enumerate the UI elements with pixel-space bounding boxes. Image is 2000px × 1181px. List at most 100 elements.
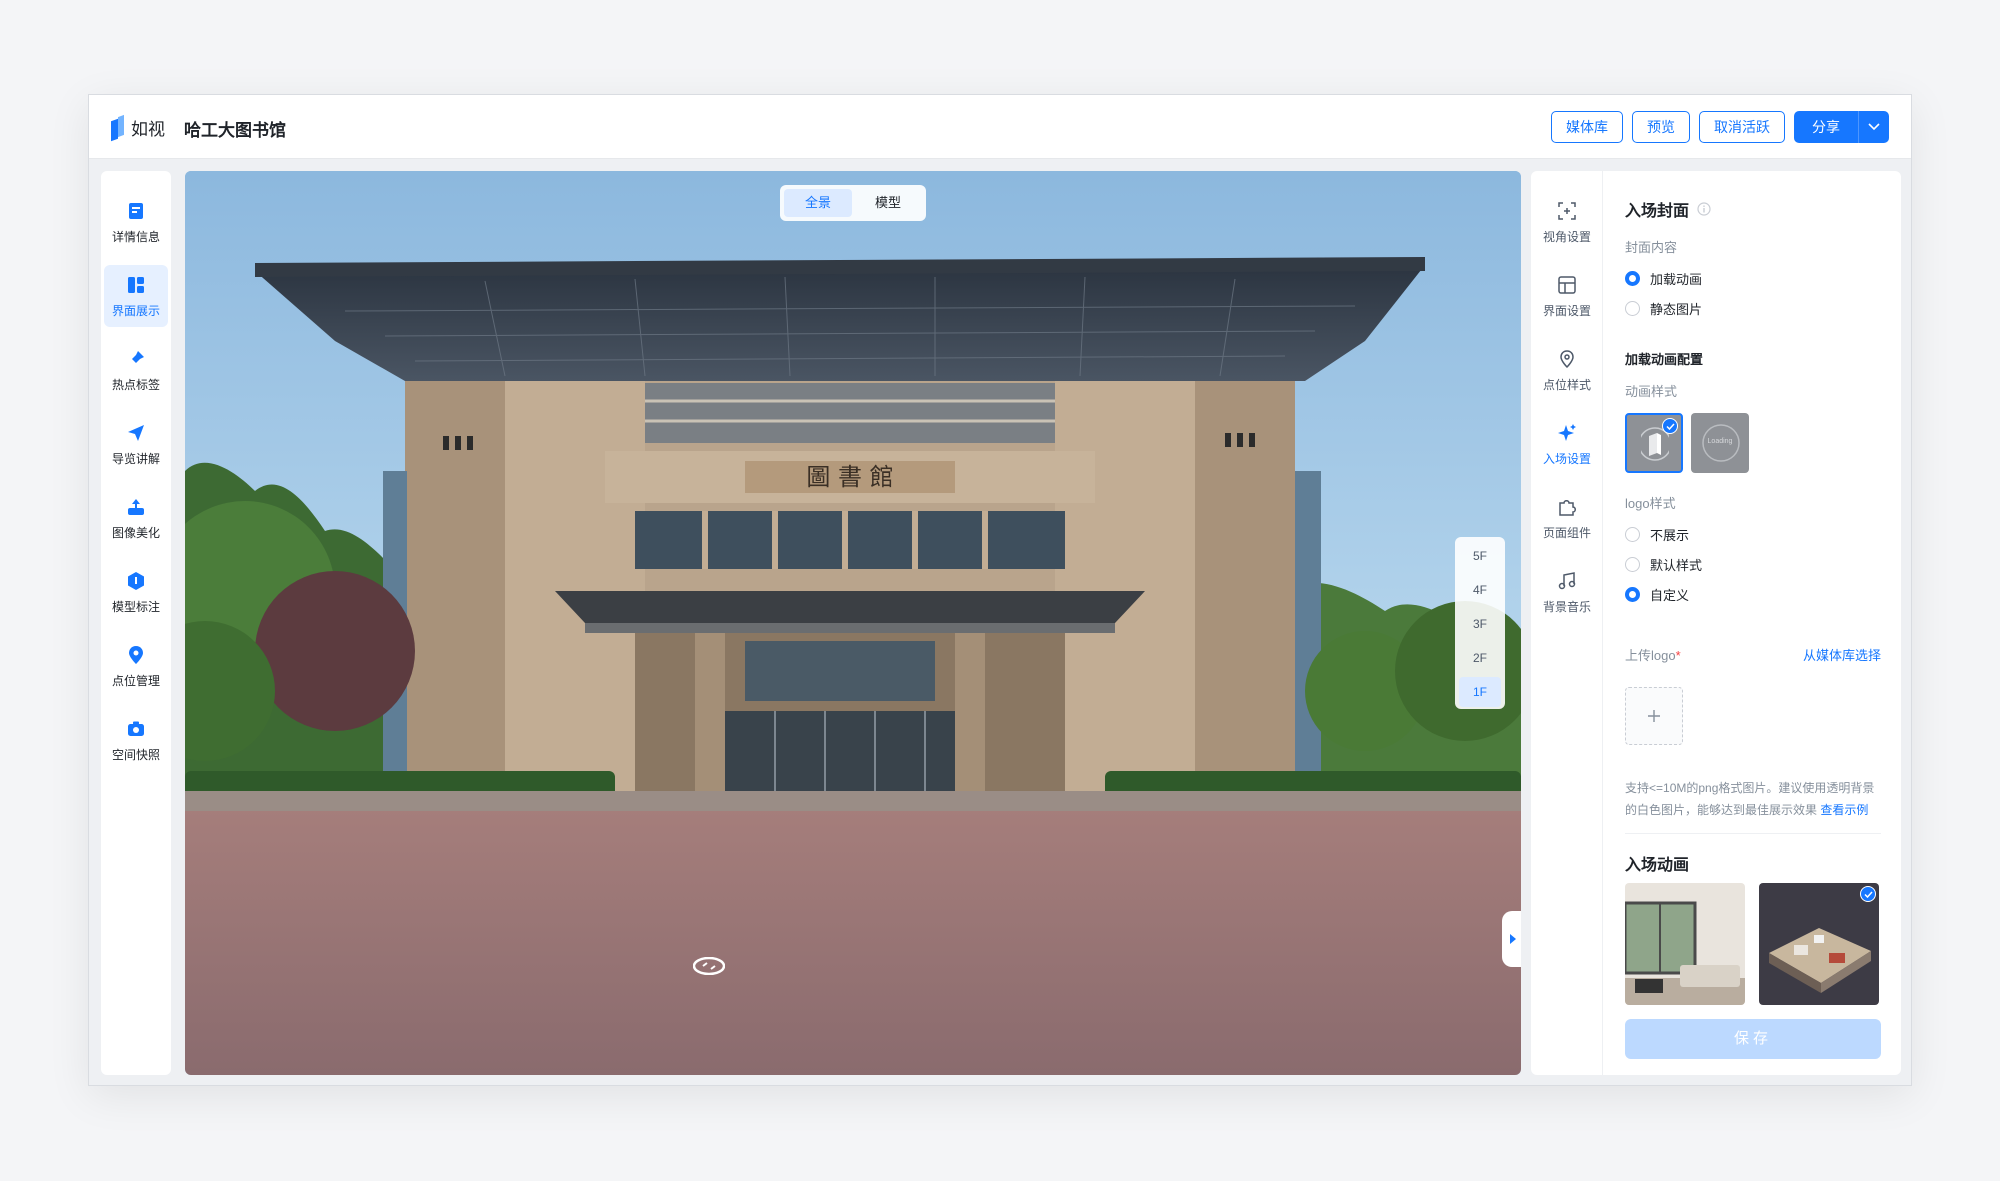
cube-icon [125,570,147,592]
sidebar-item-interface-display[interactable]: 界面展示 [104,265,168,327]
entry-animation-option-model[interactable] [1759,883,1879,1005]
app-window: 如视 哈工大图书馆 媒体库 预览 取消活跃 分享 详情信息 界面展示 热点标签 … [88,94,1912,1086]
left-sidebar: 详情信息 界面展示 热点标签 导览讲解 图像美化 模型标注 点位管理 空间快照 [101,171,171,1075]
sidebar-item-label: 详情信息 [111,229,160,244]
rail-item-background-music[interactable]: 背景音乐 [1531,561,1603,623]
sidebar-item-label: 空间快照 [111,747,160,762]
collapse-panel-button[interactable] [1502,911,1521,967]
cover-content-label: 封面内容 [1625,240,1678,255]
logo-style-label: logo样式 [1625,496,1676,511]
sidebar-item-details[interactable]: 详情信息 [104,191,168,253]
deactivate-button[interactable]: 取消活跃 [1699,111,1785,143]
media-library-button[interactable]: 媒体库 [1551,111,1623,143]
mode-model-button[interactable]: 模型 [854,189,922,217]
send-icon [125,422,147,444]
rail-item-location-style[interactable]: 点位样式 [1531,339,1603,401]
image-enhance-icon [125,496,147,518]
required-mark: * [1675,648,1681,663]
floor-4f-button[interactable]: 4F [1459,575,1501,605]
floor-2f-button[interactable]: 2F [1459,643,1501,673]
upload-logo-text: 上传logo [1625,648,1676,663]
radio-label: 不展示 [1650,528,1690,543]
sidebar-item-label: 界面展示 [111,303,160,318]
sidebar-item-label: 导览讲解 [111,451,160,466]
floor-1f-button[interactable]: 1F [1459,677,1501,707]
info-icon[interactable] [1697,202,1711,216]
view-example-link[interactable]: 查看示例 [1820,803,1868,817]
floor-selector: 5F 4F 3F 2F 1F [1455,537,1505,709]
section-divider [1625,833,1881,834]
settings-panel: 视角设置 界面设置 点位样式 入场设置 页面组件 背景音乐 入场封面 封面内容 … [1531,171,1901,1075]
radio-label: 静态图片 [1650,302,1703,317]
interface-icon [1556,274,1578,296]
entry-cover-section: 入场封面 [1625,197,1711,221]
radio-button[interactable] [1625,527,1640,542]
top-header: 如视 哈工大图书馆 媒体库 预览 取消活跃 分享 [89,95,1911,159]
share-button[interactable]: 分享 [1794,111,1859,143]
rail-item-entry-settings[interactable]: 入场设置 [1531,413,1603,475]
upload-logo-label: 上传logo* [1625,645,1681,664]
model-3d-thumbnail [1759,883,1879,1005]
radio-button-checked[interactable] [1625,271,1640,286]
cover-option-static-image[interactable]: 静态图片 [1625,299,1702,318]
puzzle-icon [1556,496,1578,518]
camera-icon [125,718,147,740]
animation-style-card-logo[interactable] [1625,413,1683,473]
rail-item-label: 入场设置 [1542,451,1591,466]
rail-item-interface[interactable]: 界面设置 [1531,265,1603,327]
layout-icon [125,274,147,296]
sidebar-item-label: 点位管理 [111,673,160,688]
share-dropdown-button[interactable] [1859,111,1889,143]
brand-logo[interactable]: 如视 [111,114,165,141]
radio-label: 默认样式 [1650,558,1703,573]
chevron-down-icon [1868,123,1880,131]
rail-item-label: 背景音乐 [1542,599,1591,614]
sidebar-item-location-management[interactable]: 点位管理 [104,635,168,697]
entry-animation-option-room[interactable] [1625,883,1745,1005]
animation-style-card-loading[interactable]: Loading [1691,413,1749,473]
loading-text: Loading [1707,438,1733,445]
rail-item-label: 点位样式 [1542,377,1591,392]
rail-item-label: 界面设置 [1542,303,1591,318]
radio-label: 加载动画 [1650,272,1703,287]
radio-label: 自定义 [1650,588,1690,603]
logo-upload-box[interactable] [1625,687,1683,745]
sidebar-item-model-annotation[interactable]: 模型标注 [104,561,168,623]
upload-hint: 支持<=10M的png格式图片。建议使用透明背景的白色图片，能够达到最佳展示效果… [1625,777,1881,821]
sidebar-item-guided-tour[interactable]: 导览讲解 [104,413,168,475]
walk-point-marker[interactable] [692,956,726,976]
room-photo-thumbnail [1625,883,1745,1005]
rail-item-label: 页面组件 [1542,525,1591,540]
panorama-viewer[interactable]: 圖 書 館 全景 模型 5F 4F 3F 2F 1F [185,171,1521,1075]
radio-button-checked[interactable] [1625,587,1640,602]
radio-button[interactable] [1625,301,1640,316]
sidebar-item-space-snapshot[interactable]: 空间快照 [104,709,168,771]
floor-5f-button[interactable]: 5F [1459,541,1501,571]
view-mode-toggle: 全景 模型 [780,185,926,221]
building-sign: 圖 書 館 [806,463,893,491]
cover-option-loading-animation[interactable]: 加载动画 [1625,269,1702,288]
radio-button[interactable] [1625,557,1640,572]
entry-cover-title: 入场封面 [1625,203,1690,220]
logo-option-custom[interactable]: 自定义 [1625,585,1689,604]
location-icon [125,644,147,666]
music-icon [1556,570,1578,592]
choose-from-media-link[interactable]: 从媒体库选择 [1803,645,1881,664]
sidebar-item-label: 热点标签 [111,377,160,392]
mode-panorama-button[interactable]: 全景 [784,189,852,217]
preview-button[interactable]: 预览 [1632,111,1690,143]
sidebar-item-image-enhance[interactable]: 图像美化 [104,487,168,549]
viewpoint-icon [1556,200,1578,222]
logo-option-hidden[interactable]: 不展示 [1625,525,1689,544]
rail-item-viewpoint[interactable]: 视角设置 [1531,191,1603,253]
save-button[interactable]: 保存 [1625,1019,1881,1059]
plus-icon [1648,710,1660,722]
rail-item-page-components[interactable]: 页面组件 [1531,487,1603,549]
logo-option-default[interactable]: 默认样式 [1625,555,1702,574]
rail-item-label: 视角设置 [1542,229,1591,244]
sidebar-item-hotspot-tags[interactable]: 热点标签 [104,339,168,401]
pin-icon [125,348,147,370]
animation-style-label: 动画样式 [1625,384,1678,399]
floor-3f-button[interactable]: 3F [1459,609,1501,639]
selected-check-icon [1662,418,1678,434]
